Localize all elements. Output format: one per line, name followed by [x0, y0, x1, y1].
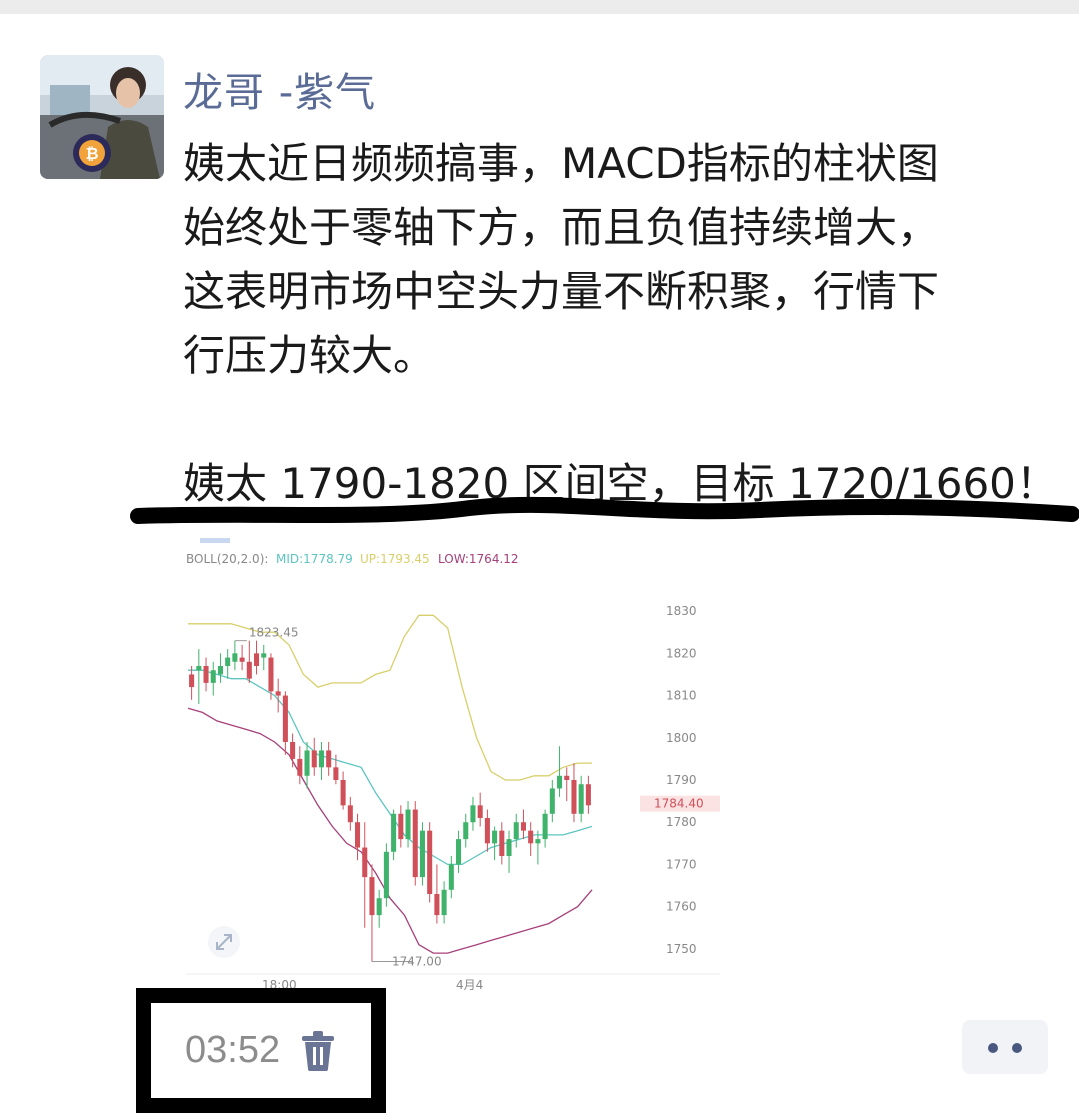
more-icon	[988, 1043, 998, 1053]
candle	[355, 813, 361, 861]
candle	[571, 763, 577, 823]
y-tick-label: 1810	[666, 689, 697, 703]
y-tick-label: 1830	[666, 604, 697, 618]
candle	[362, 822, 368, 928]
expand-icon[interactable]	[208, 926, 240, 958]
candle	[369, 864, 375, 962]
boll-lower-line	[187, 707, 593, 954]
candle	[318, 742, 324, 780]
y-tick-label: 1790	[666, 773, 697, 787]
y-tick-label: 1760	[666, 900, 697, 914]
x-tick-label: 4月4	[456, 978, 483, 992]
legend-up: UP:1793.45	[360, 552, 430, 566]
candle	[189, 666, 195, 700]
candle	[513, 813, 519, 848]
candle	[427, 822, 433, 903]
more-button[interactable]	[962, 1020, 1048, 1074]
y-tick-label: 1800	[666, 731, 697, 745]
candle	[297, 746, 303, 785]
current-price-tag: 1784.40	[640, 795, 720, 812]
candle	[470, 796, 476, 831]
candle	[456, 830, 462, 873]
candle	[340, 771, 346, 810]
legend-low: LOW:1764.12	[438, 552, 519, 566]
trash-icon[interactable]	[301, 1031, 335, 1071]
legend-mid: MID:1778.79	[276, 552, 353, 566]
candle	[311, 737, 317, 776]
candle	[210, 661, 216, 696]
candle	[434, 864, 440, 924]
candle	[528, 822, 534, 856]
candle	[376, 889, 382, 928]
candle	[484, 809, 490, 852]
candle	[203, 657, 209, 692]
candle	[326, 742, 332, 776]
svg-text:1784.40: 1784.40	[654, 797, 704, 811]
chart-tab	[200, 538, 230, 543]
candle	[196, 649, 202, 704]
y-tick-label: 1770	[666, 857, 697, 871]
y-tick-label: 1820	[666, 646, 697, 660]
hand-drawn-underline	[130, 496, 1079, 524]
candle	[520, 809, 526, 840]
candle	[499, 822, 505, 865]
svg-text:1747.00: 1747.00	[392, 955, 442, 969]
candle	[535, 830, 541, 865]
candle	[254, 640, 260, 675]
candle	[225, 649, 231, 679]
boll-upper-line	[188, 614, 592, 781]
candle	[477, 792, 483, 827]
candle	[383, 843, 389, 907]
candle	[398, 805, 404, 848]
y-tick-label: 1780	[666, 815, 697, 829]
more-icon	[1012, 1043, 1022, 1053]
candle	[232, 640, 238, 671]
candle	[246, 640, 252, 683]
candle	[290, 733, 296, 768]
candle	[448, 856, 454, 899]
svg-text:1823.45: 1823.45	[249, 626, 299, 640]
candle	[391, 809, 397, 861]
chart-svg: BOLL(20,2.0): MID:1778.79 UP:1793.45 LOW…	[186, 538, 720, 992]
candle	[282, 691, 288, 755]
candle	[492, 826, 498, 861]
candle	[275, 678, 281, 713]
candle	[405, 801, 411, 848]
candle	[261, 644, 267, 671]
candle	[542, 809, 548, 848]
price-chart[interactable]: BOLL(20,2.0): MID:1778.79 UP:1793.45 LOW…	[180, 538, 725, 998]
candle	[549, 780, 555, 823]
post-time: 03:52	[185, 1029, 281, 1071]
candle	[557, 746, 563, 797]
candle	[441, 881, 447, 924]
candle	[578, 775, 584, 823]
candle	[217, 653, 223, 683]
candle	[419, 822, 425, 886]
candle	[564, 767, 570, 802]
low-annotation: 1747.00	[371, 955, 442, 969]
y-tick-label: 1750	[666, 942, 697, 956]
timestamp-box: 03:52	[136, 988, 386, 1113]
candle	[506, 830, 512, 873]
candle	[239, 644, 245, 671]
candle	[347, 796, 353, 831]
legend-name: BOLL(20,2.0):	[186, 552, 268, 566]
candle	[304, 742, 310, 789]
candle	[463, 813, 469, 848]
candle	[585, 775, 591, 814]
candle	[412, 801, 418, 886]
